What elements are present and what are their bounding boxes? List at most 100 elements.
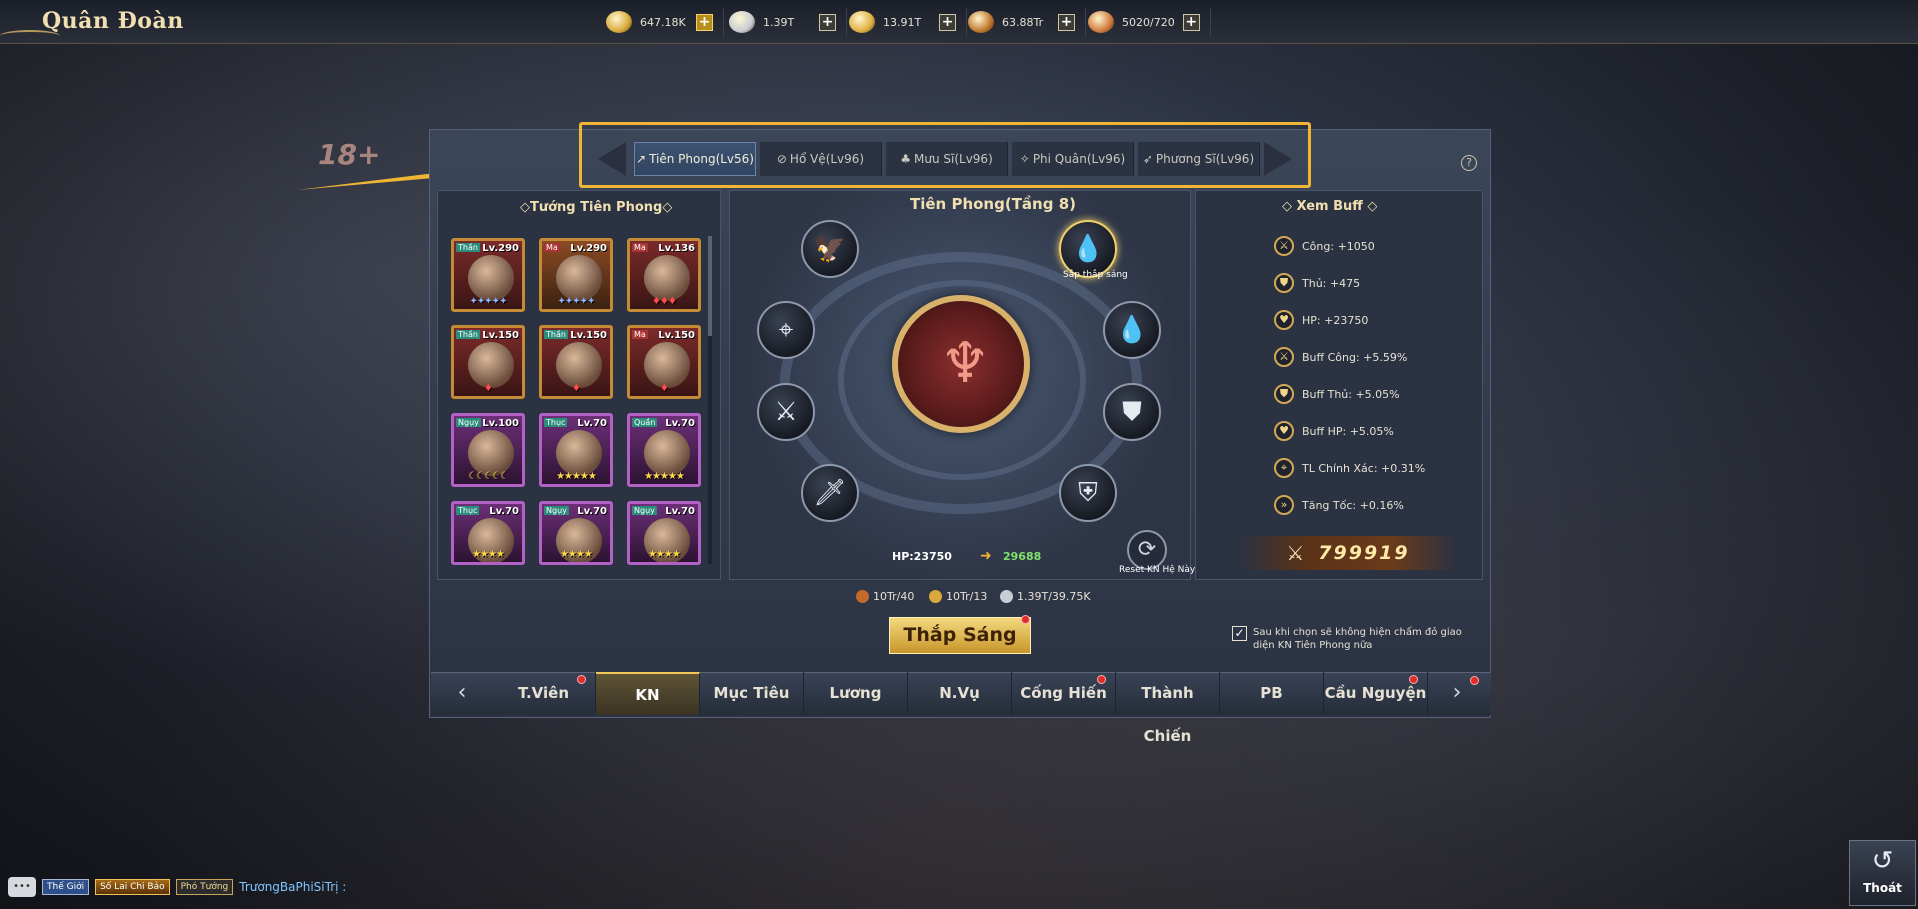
buff-row: ⛊ Thủ: +475 — [1274, 272, 1360, 294]
hero-faction-badge: Thần — [456, 243, 480, 252]
bottom-tab-3[interactable]: Lương — [804, 672, 908, 715]
add-currency-button[interactable]: + — [1058, 13, 1075, 31]
buff-text: Công: +1050 — [1302, 239, 1375, 253]
wheel-title: Tiên Phong(Tầng 8) — [910, 195, 1076, 213]
bottom-tab-1[interactable]: KN — [596, 672, 700, 715]
hero-level: Lv.150 — [482, 330, 519, 341]
bottom-prev-arrow[interactable]: ‹ — [451, 682, 473, 706]
chat-player-name[interactable]: TrươngBaPhiSiTrị : — [239, 880, 346, 894]
cost-icon — [856, 590, 869, 603]
hero-level: Lv.70 — [665, 418, 695, 429]
page-title: Quân Đoàn — [42, 8, 184, 34]
currency-value: 5020/720 — [1122, 15, 1175, 29]
hero-portrait — [556, 430, 602, 476]
hero-card[interactable]: Ngụy Lv.100 ☾☾☾☾☾ — [451, 413, 525, 487]
cost-icon — [1000, 590, 1013, 603]
hero-portrait — [468, 342, 514, 388]
hero-card[interactable]: Thục Lv.70 ★★★★★ — [539, 413, 613, 487]
hero-card[interactable]: Thần Lv.290 ✦✦✦✦✦ — [451, 238, 525, 312]
hero-card[interactable]: Ngụy Lv.70 ★★★★ — [627, 501, 701, 565]
chat-bar[interactable]: ••• Thế Giới Số Lai Chi Bảo Phó Tướng Tr… — [0, 872, 360, 902]
bottom-tab-4[interactable]: N.Vụ — [908, 672, 1012, 715]
hide-red-dot-checkbox[interactable]: ✓ — [1232, 626, 1247, 641]
buff-icon: ⚔ — [1274, 236, 1294, 256]
buff-row: ⚔ Buff Công: +5.59% — [1274, 346, 1407, 368]
hp-next: 29688 — [1003, 550, 1042, 563]
hero-level: Lv.70 — [577, 506, 607, 517]
chat-badge: Số Lai Chi Bảo — [95, 879, 170, 895]
bottom-next-arrow[interactable]: › — [1446, 682, 1468, 706]
add-currency-button[interactable]: + — [1182, 13, 1200, 31]
hero-list-scrollbar[interactable] — [708, 236, 712, 564]
hero-faction-badge: Ma — [632, 330, 648, 339]
water-plus-node[interactable]: 💧 — [1103, 301, 1161, 359]
buff-row: ⌖ TL Chính Xác: +0.31% — [1274, 457, 1425, 479]
exit-button[interactable]: ↺ Thoát — [1849, 840, 1916, 906]
fist-icon — [1088, 11, 1114, 33]
cost-item: 10Tr/13 — [929, 590, 987, 603]
buff-icon: ♥ — [1274, 421, 1294, 441]
currency-value: 13.91T — [883, 15, 922, 29]
combat-power: ⚔ 799919 — [1240, 536, 1456, 570]
hero-card[interactable]: Ma Lv.290 ✦✦✦✦✦ — [539, 238, 613, 312]
hero-level: Lv.70 — [577, 418, 607, 429]
hero-card[interactable]: Ma Lv.136 ♦♦♦ — [627, 238, 701, 312]
chat-channel[interactable]: Thế Giới — [42, 879, 90, 895]
hero-level: Lv.150 — [658, 330, 695, 341]
target-node[interactable]: ⌖ — [757, 301, 815, 359]
hero-card[interactable]: Ma Lv.150 ♦ — [627, 325, 701, 399]
core-emblem[interactable]: ♆ — [892, 295, 1030, 433]
tab-highlight-frame — [579, 122, 1311, 188]
currency-3: 63.88Tr + — [968, 8, 1086, 36]
hero-stars: ♦ — [572, 383, 581, 394]
help-icon[interactable]: ? — [1461, 155, 1477, 171]
sword-node[interactable]: 🗡 — [801, 464, 859, 522]
buff-row: ⚔ Công: +1050 — [1274, 235, 1375, 257]
hero-faction-badge: Thục — [456, 506, 480, 515]
hero-faction-badge: Ma — [632, 243, 648, 252]
hero-list-title: ◇Tướng Tiên Phong◇ — [520, 200, 673, 215]
hero-card[interactable]: Quần Lv.70 ★★★★★ — [627, 413, 701, 487]
sword-plus-node[interactable]: ⚔ — [757, 383, 815, 441]
hero-portrait — [468, 430, 514, 476]
hero-level: Lv.70 — [665, 506, 695, 517]
hero-stars: ★★★★ — [648, 549, 681, 560]
light-up-button[interactable]: Thắp Sáng — [889, 617, 1031, 654]
hero-card[interactable]: Thục Lv.70 ★★★★ — [451, 501, 525, 565]
buff-text: Buff Thủ: +5.05% — [1302, 387, 1400, 401]
buff-icon: ⌖ — [1274, 458, 1294, 478]
cost-value: 10Tr/40 — [873, 590, 915, 603]
hero-card[interactable]: Thần Lv.150 ♦ — [451, 325, 525, 399]
add-currency-button[interactable]: + — [819, 13, 836, 31]
chat-bubble-icon[interactable]: ••• — [8, 877, 36, 897]
flame-sword-icon: ♆ — [940, 331, 991, 396]
hero-stars: ♦♦♦ — [652, 296, 677, 307]
hero-stars: ★★★★ — [472, 549, 505, 560]
reset-label: Reset KN Hệ Này — [1119, 565, 1196, 575]
shield-plus-node[interactable]: ⛨ — [1059, 464, 1117, 522]
cost-item: 1.39T/39.75K — [1000, 590, 1091, 603]
hero-card[interactable]: Ngụy Lv.70 ★★★★ — [539, 501, 613, 565]
buff-text: Buff HP: +5.05% — [1302, 424, 1394, 438]
eagle-node[interactable]: 🦅 — [801, 220, 859, 278]
scroll-icon — [968, 11, 994, 33]
hero-portrait — [556, 255, 602, 301]
hero-portrait — [644, 342, 690, 388]
add-currency-button[interactable]: + — [696, 13, 713, 31]
bottom-tab-2[interactable]: Mục Tiêu — [700, 672, 804, 715]
arrow-right-icon: ➜ — [980, 548, 992, 564]
buff-row: » Tăng Tốc: +0.16% — [1274, 494, 1404, 516]
add-currency-button[interactable]: + — [939, 13, 956, 31]
cost-item: 10Tr/40 — [856, 590, 914, 603]
scroll-thumb[interactable] — [708, 236, 712, 336]
bottom-tab-7[interactable]: PB — [1220, 672, 1324, 715]
reset-button[interactable]: ⟳ — [1127, 530, 1167, 570]
hero-faction-badge: Thục — [544, 418, 568, 427]
notification-dot — [1097, 675, 1106, 684]
notification-dot — [577, 675, 586, 684]
currency-value: 647.18K — [640, 15, 686, 29]
bottom-tab-6[interactable]: Thành Chiến — [1116, 672, 1220, 745]
shield-node[interactable]: ⛊ — [1103, 383, 1161, 441]
buff-title: ◇ Xem Buff ◇ — [1282, 199, 1378, 214]
hero-card[interactable]: Thần Lv.150 ♦ — [539, 325, 613, 399]
